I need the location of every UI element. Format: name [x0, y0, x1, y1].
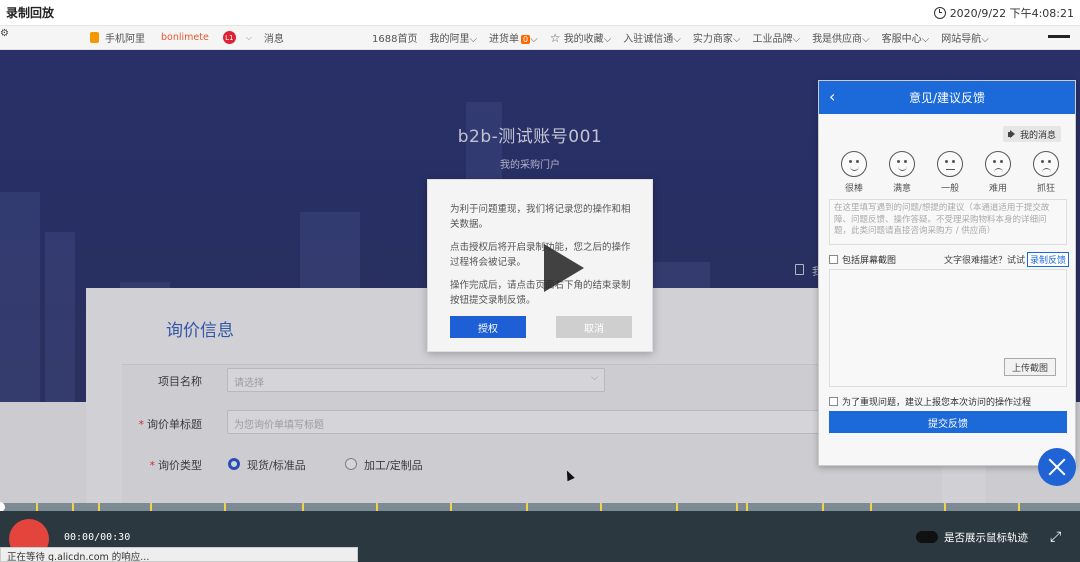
event-tick [150, 503, 152, 511]
show-cursor-label: 是否展示鼠标轨迹 [944, 532, 1028, 544]
event-tick [870, 503, 872, 511]
star-icon: ☆ [549, 31, 561, 45]
message-link[interactable]: 消息 [264, 30, 284, 45]
record-hint: 文字很难描述？试试 [943, 256, 1025, 266]
face-crazy-icon [1033, 151, 1059, 177]
rating-crazy[interactable]: 抓狂 [1027, 151, 1065, 194]
avatar[interactable]: L1 [222, 31, 236, 44]
reproduce-row: 为了重现问题，建议上报您本次访问的操作过程 [829, 395, 1069, 408]
nav-service-label: 客服中心 [881, 34, 922, 45]
nav-my-ali[interactable]: 我的阿里⌵ [429, 30, 477, 45]
upload-screenshot-button[interactable]: 上传截图 [1004, 358, 1056, 376]
nav-favorites[interactable]: ☆ 我的收藏⌵ [550, 30, 612, 45]
mobile-phone-icon [90, 32, 99, 43]
event-tick [302, 503, 304, 511]
rating-great[interactable]: 很棒 [835, 151, 873, 194]
event-tick [944, 503, 946, 511]
event-tick [822, 503, 824, 511]
nav-supplier[interactable]: 我是供应商⌵ [812, 30, 870, 45]
nav-join[interactable]: 入驻诚信通⌵ [623, 30, 681, 45]
nav-sitemap[interactable]: 网站导航⌵ [941, 30, 989, 45]
event-tick [600, 503, 602, 511]
nav-join-label: 入驻诚信通 [623, 34, 674, 45]
replay-stage: ⚙ 手机阿里 bonlimete L1 ⌵ 消息 1688首页 我的阿里⌵ 进货… [0, 26, 1080, 504]
rating-faces: 很棒 满意 一般 难用 抓狂 [835, 151, 1065, 194]
event-tick [676, 503, 678, 511]
event-tick [98, 503, 100, 511]
feedback-panel: ‹ 意见/建议反馈 我的消息 很棒 满意 一般 难用 抓狂 在这里填写遇到的问题… [818, 80, 1076, 466]
submit-feedback-button[interactable]: 提交反馈 [829, 411, 1067, 433]
rating-average[interactable]: 一般 [931, 151, 969, 194]
authorize-button[interactable]: 授权 [450, 316, 526, 338]
timeline-track[interactable] [0, 502, 1080, 512]
play-icon[interactable] [532, 238, 592, 298]
dialog-text-1: 为利于问题重现，我们将记录您的操作和相关数据。 [450, 204, 631, 230]
fullscreen-icon[interactable]: ⤢ [1050, 529, 1061, 545]
event-tick [736, 503, 738, 511]
rating-hard[interactable]: 难用 [979, 151, 1017, 194]
nav-merchants[interactable]: 实力商家⌵ [693, 30, 741, 45]
settings-icon[interactable]: ⚙ [0, 28, 9, 39]
nav-industrial[interactable]: 工业品牌⌵ [752, 30, 800, 45]
nav-cart-label: 进货单 [489, 34, 520, 45]
timecode: 00:00/00:30 [64, 532, 131, 543]
rating-label: 很棒 [844, 184, 863, 194]
site-top-bar: ⚙ 手机阿里 bonlimete L1 ⌵ 消息 1688首页 我的阿里⌵ 进货… [0, 26, 1080, 50]
record-feedback-button[interactable]: 录制反馈 [1026, 252, 1069, 267]
nav-home[interactable]: 1688首页 [372, 30, 417, 45]
nav-merchants-label: 实力商家 [692, 34, 733, 45]
datetime-text: 2020/9/22 下午4:08:21 [949, 6, 1074, 20]
reproduce-label: 为了重现问题，建议上报您本次访问的操作过程 [842, 398, 1032, 408]
face-satisfied-icon [889, 151, 915, 177]
speaker-icon [1007, 129, 1017, 139]
clock-icon [933, 6, 946, 19]
face-great-icon [841, 151, 867, 177]
event-tick [224, 503, 226, 511]
nav-my-ali-label: 我的阿里 [429, 34, 470, 45]
nav-industrial-label: 工业品牌 [752, 34, 793, 45]
feedback-title: 意见/建议反馈 [908, 91, 986, 105]
user-brand-link[interactable]: bonlimete [161, 32, 209, 43]
event-tick [526, 503, 528, 511]
cart-count-badge: 0 [521, 35, 531, 44]
rating-label: 难用 [988, 184, 1007, 194]
mobile-link[interactable]: 手机阿里 [105, 30, 145, 45]
recorder-datetime: 2020/9/22 下午4:08:21 [933, 5, 1074, 21]
include-screenshot-checkbox[interactable] [829, 255, 838, 264]
nav-favorites-label: 我的收藏 [563, 34, 604, 45]
menu-icon[interactable] [1048, 35, 1070, 38]
rating-label: 满意 [892, 184, 911, 194]
event-tick [1018, 503, 1020, 511]
event-tick [450, 503, 452, 511]
recorder-title: 录制回放 [6, 6, 55, 20]
event-tick [746, 503, 748, 511]
status-tooltip: 正在等待 g.alicdn.com 的响应... [0, 547, 358, 562]
reproduce-checkbox[interactable] [829, 397, 838, 406]
face-hard-icon [985, 151, 1011, 177]
cancel-button[interactable]: 取消 [556, 316, 632, 338]
rating-label: 一般 [940, 184, 959, 194]
rating-label: 抓狂 [1036, 184, 1055, 194]
event-tick [36, 503, 38, 511]
screenshot-area: 上传截图 [829, 269, 1067, 387]
my-messages-button[interactable]: 我的消息 [1002, 126, 1061, 142]
event-tick [72, 503, 74, 511]
nav-cart[interactable]: 进货单 0 ⌵ [489, 30, 538, 45]
include-screenshot-label: 包括屏幕截图 [842, 256, 897, 266]
rating-satisfied[interactable]: 满意 [883, 151, 921, 194]
screenshot-row: 包括屏幕截图 文字很难描述？试试 录制反馈 [829, 252, 1069, 267]
nav-service[interactable]: 客服中心⌵ [882, 30, 930, 45]
recorder-header: 录制回放 2020/9/22 下午4:08:21 [0, 0, 1080, 26]
nav-sitemap-label: 网站导航 [941, 34, 982, 45]
face-average-icon [937, 151, 963, 177]
event-tick [376, 503, 378, 511]
my-messages-label: 我的消息 [1019, 130, 1056, 141]
feedback-header: ‹ 意见/建议反馈 [819, 81, 1075, 114]
back-arrow-icon[interactable]: ‹ [829, 87, 835, 106]
close-icon[interactable] [1038, 448, 1076, 486]
feedback-textarea[interactable]: 在这里填写遇到的问题/想提的建议（本通道适用于提交故障、问题反馈、操作答疑。不受… [829, 199, 1067, 245]
show-cursor-toggle[interactable] [916, 531, 938, 543]
nav-supplier-label: 我是供应商 [812, 34, 863, 45]
chevron-down-icon[interactable]: ⌵ [246, 33, 252, 43]
